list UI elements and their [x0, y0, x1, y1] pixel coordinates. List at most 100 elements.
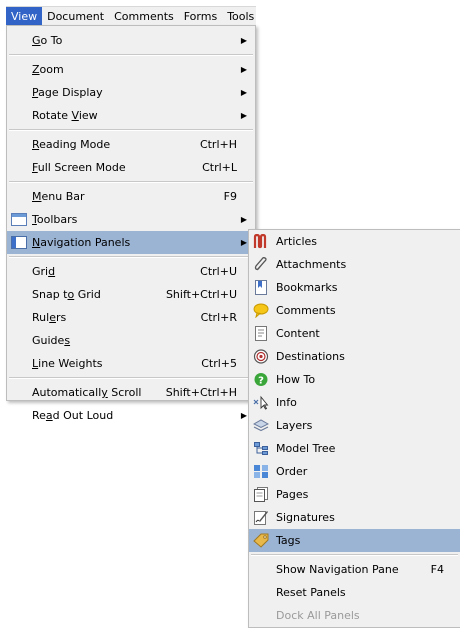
menu-tools[interactable]: Tools [222, 7, 256, 25]
articles-icon [253, 233, 269, 249]
model-tree-icon [253, 441, 269, 456]
submenu-arrow-icon: ▶ [240, 215, 247, 224]
menu-item-label: Reset Panels [276, 586, 346, 599]
menu-separator [9, 181, 253, 183]
submenu-item-show-navigation-pane[interactable]: Show Navigation Pane F4 [249, 558, 460, 581]
menu-item-automatically-scroll[interactable]: Automatically Scroll Shift+Ctrl+H [7, 381, 255, 404]
paperclip-icon [253, 257, 269, 272]
submenu-item-model-tree[interactable]: Model Tree [249, 437, 460, 460]
menu-item-label: Go To [32, 34, 63, 47]
shortcut-label: Ctrl+U [200, 265, 237, 278]
submenu-item-order[interactable]: Order [249, 460, 460, 483]
menu-item-label: Zoom [32, 63, 64, 76]
submenu-item-reset-panels[interactable]: Reset Panels [249, 581, 460, 604]
menu-item-label: Bookmarks [276, 281, 338, 294]
submenu-item-articles[interactable]: Articles [249, 230, 460, 253]
submenu-item-info[interactable]: Info [249, 391, 460, 414]
menu-separator [9, 129, 253, 131]
submenu-arrow-icon: ▶ [240, 36, 247, 45]
menu-item-label: How To [276, 373, 316, 386]
menu-item-label: Dock All Panels [276, 609, 360, 622]
menu-item-line-weights[interactable]: Line Weights Ctrl+5 [7, 352, 255, 375]
submenu-arrow-icon: ▶ [240, 411, 247, 420]
menu-separator [9, 256, 253, 258]
menu-document[interactable]: Document [42, 7, 109, 25]
layers-icon [252, 418, 270, 433]
shortcut-label: Ctrl+H [199, 138, 237, 151]
submenu-item-layers[interactable]: Layers [249, 414, 460, 437]
svg-text:?: ? [258, 376, 264, 387]
toolbar-icon [11, 212, 27, 227]
menu-item-label: Layers [276, 419, 313, 432]
menu-item-label: Guides [32, 334, 71, 347]
view-menu-dropdown: Go To ▶ Zoom ▶ Page Display ▶ Rotate Vie… [6, 25, 256, 422]
menu-item-label: Navigation Panels [32, 236, 131, 249]
menu-item-label: Tags [276, 534, 301, 547]
menu-comments[interactable]: Comments [109, 7, 179, 25]
comment-bubble-icon [253, 303, 269, 319]
info-cursor-icon [253, 395, 269, 410]
menu-item-rotate-view[interactable]: Rotate View ▶ [7, 104, 255, 127]
menu-item-reading-mode[interactable]: Reading Mode Ctrl+H [7, 133, 255, 156]
submenu-item-how-to[interactable]: ? How To [249, 368, 460, 391]
menu-item-rulers[interactable]: Rulers Ctrl+R [7, 306, 255, 329]
shortcut-label: Shift+Ctrl+U [165, 288, 237, 301]
submenu-item-comments[interactable]: Comments [249, 299, 460, 322]
submenu-item-tags[interactable]: Tags [249, 529, 460, 552]
bookmark-icon [253, 280, 269, 295]
menu-item-label: Read Out Loud [32, 409, 114, 422]
signature-pen-icon [253, 510, 269, 525]
menu-view[interactable]: View [6, 7, 43, 25]
shortcut-label: Ctrl+R [200, 311, 237, 324]
menu-item-label: Signatures [276, 511, 335, 524]
menu-item-read-out-loud[interactable]: Read Out Loud ▶ [7, 404, 255, 427]
menu-separator [251, 554, 458, 556]
order-icon [253, 464, 269, 479]
navigation-panels-submenu: Articles Attachments Bookmarks Comments … [248, 229, 460, 628]
menu-item-zoom[interactable]: Zoom ▶ [7, 58, 255, 81]
shortcut-label: Ctrl+L [202, 161, 237, 174]
menu-item-label: Model Tree [276, 442, 336, 455]
menu-item-full-screen-mode[interactable]: Full Screen Mode Ctrl+L [7, 156, 255, 179]
menu-item-label: Content [276, 327, 320, 340]
menu-item-guides[interactable]: Guides [7, 329, 255, 352]
menu-item-label: Grid [32, 265, 56, 278]
menu-item-toolbars[interactable]: Toolbars ▶ [7, 208, 255, 231]
menu-item-go-to[interactable]: Go To ▶ [7, 29, 255, 52]
menu-item-grid[interactable]: Grid Ctrl+U [7, 260, 255, 283]
menu-item-label: Destinations [276, 350, 345, 363]
menu-item-label: Info [276, 396, 297, 409]
shortcut-label: F9 [223, 190, 237, 203]
submenu-item-bookmarks[interactable]: Bookmarks [249, 276, 460, 299]
menu-item-label: Automatically Scroll [32, 386, 142, 399]
menu-item-menu-bar[interactable]: Menu Bar F9 [7, 185, 255, 208]
menu-item-page-display[interactable]: Page Display ▶ [7, 81, 255, 104]
menu-forms[interactable]: Forms [179, 7, 222, 25]
menu-item-label: Comments [276, 304, 336, 317]
submenu-item-dock-all-panels: Dock All Panels [249, 604, 460, 627]
menu-separator [9, 54, 253, 56]
menu-item-label: Rotate View [32, 109, 98, 122]
menu-item-label: Rulers [32, 311, 67, 324]
menu-item-label: Reading Mode [32, 138, 111, 151]
pages-icon [253, 487, 269, 502]
menu-item-label: Attachments [276, 258, 347, 271]
menu-item-label: Toolbars [32, 213, 78, 226]
submenu-item-signatures[interactable]: Signatures [249, 506, 460, 529]
submenu-item-content[interactable]: Content [249, 322, 460, 345]
tag-icon [253, 533, 269, 548]
menu-item-navigation-panels[interactable]: Navigation Panels ▶ [7, 231, 255, 254]
menu-item-label: Articles [276, 235, 318, 248]
submenu-item-pages[interactable]: Pages [249, 483, 460, 506]
menu-item-label: Full Screen Mode [32, 161, 126, 174]
shortcut-label: F4 [430, 563, 444, 576]
menu-item-snap-to-grid[interactable]: Snap to Grid Shift+Ctrl+U [7, 283, 255, 306]
submenu-item-destinations[interactable]: Destinations [249, 345, 460, 368]
help-icon: ? [253, 372, 269, 387]
menu-item-label: Menu Bar [32, 190, 85, 203]
menu-separator [9, 377, 253, 379]
shortcut-label: Shift+Ctrl+H [165, 386, 237, 399]
submenu-arrow-icon: ▶ [240, 65, 247, 74]
submenu-item-attachments[interactable]: Attachments [249, 253, 460, 276]
menu-item-label: Show Navigation Pane [276, 563, 399, 576]
